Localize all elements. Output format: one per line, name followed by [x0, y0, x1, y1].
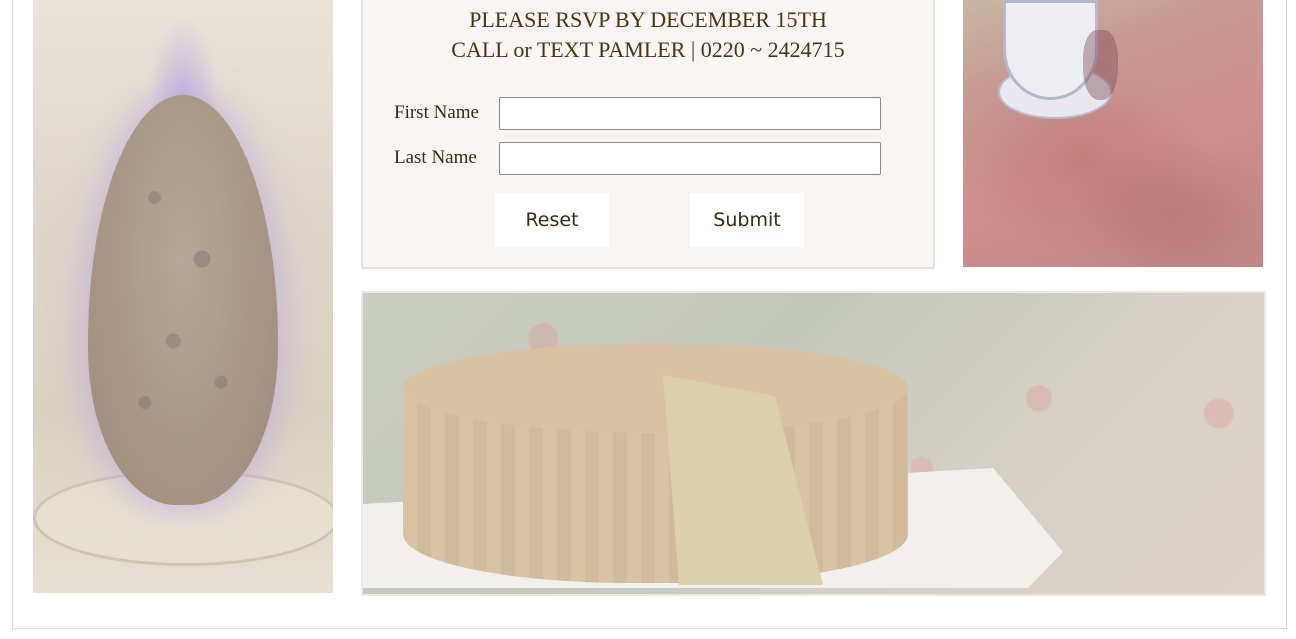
- rsvp-deadline-text: PLEASE RSVP BY DECEMBER 15TH: [469, 7, 827, 32]
- first-name-label: First Name: [394, 102, 479, 123]
- wine-glass: [1083, 30, 1118, 100]
- panettone-top: [403, 343, 908, 433]
- rsvp-card: PLEASE RSVP BY DECEMBER 15TH CALL or TEX…: [361, 0, 935, 269]
- tea-set-photo: [963, 0, 1263, 267]
- panettone-photo: [361, 291, 1266, 596]
- christmas-pudding: [88, 95, 278, 505]
- first-name-input[interactable]: [499, 97, 881, 130]
- submit-button[interactable]: Submit: [690, 193, 804, 247]
- last-name-label: Last Name: [394, 147, 477, 168]
- last-name-input[interactable]: [499, 142, 881, 175]
- flaming-pudding-photo: [33, 0, 333, 593]
- rsvp-contact-text: CALL or TEXT PAMLER | 0220 ~ 2424715: [451, 37, 845, 62]
- reset-button[interactable]: Reset: [495, 193, 609, 247]
